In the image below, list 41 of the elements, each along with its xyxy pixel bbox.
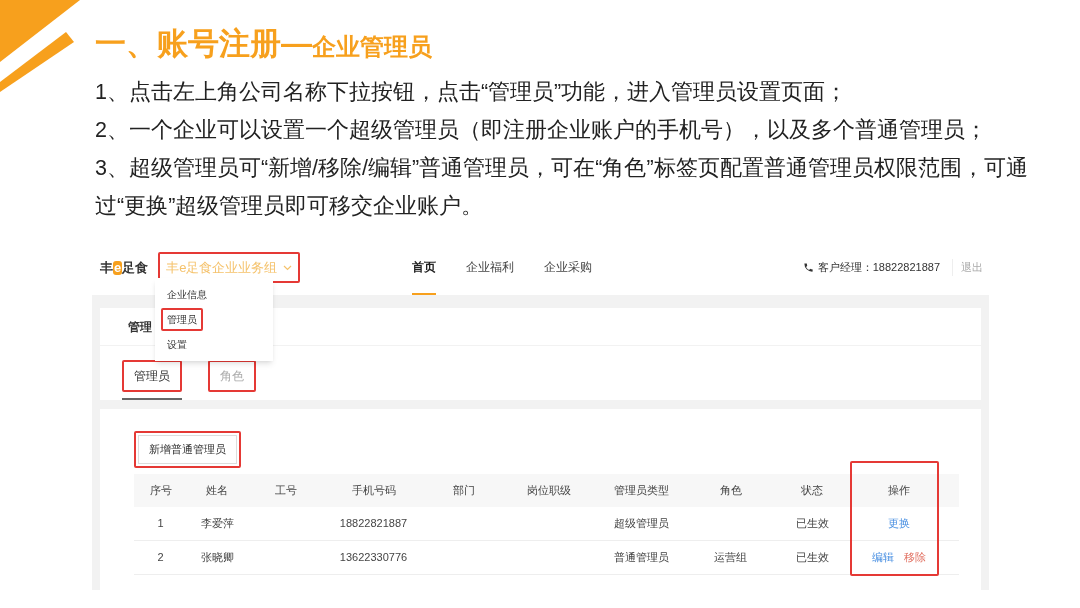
nav-tab[interactable]: 首页 — [412, 240, 437, 295]
column-header: 岗位职级 — [526, 482, 572, 498]
table-cell-text: 13622330776 — [339, 549, 408, 565]
table-cell-text: 18822821887 — [339, 515, 408, 531]
table-cell-text: 超级管理员 — [613, 515, 669, 531]
table-cell-text: 已生效 — [795, 515, 829, 531]
phone-icon — [802, 262, 814, 273]
account-manager-text: 客户经理：18822821887 — [817, 260, 940, 276]
column-header: 状态 — [800, 482, 824, 498]
action-link[interactable]: 更换 — [888, 514, 910, 532]
nav-tab[interactable]: 企业采购 — [544, 240, 593, 295]
column-header: 手机号码 — [350, 482, 397, 498]
table-cell-text: 已生效 — [795, 549, 829, 565]
table-cell-text: 张晓卿 — [200, 549, 234, 565]
instruction-text: 2、一个企业可以设置一个超级管理员（即注册企业账户的手机号），以及多个普通管理员； — [95, 117, 988, 144]
column-header: 角色 — [718, 482, 743, 498]
logo: 丰e足食 — [100, 258, 149, 277]
table-cell-text: 运营组 — [714, 549, 747, 565]
page-title: 管理 — [128, 318, 152, 336]
column-header: 操作 — [887, 482, 911, 498]
menu-item[interactable]: 企业信息 — [161, 283, 213, 306]
action-link[interactable]: 移除 — [904, 548, 926, 566]
instruction-text: 1、点击左上角公司名称下拉按钮，点击“管理员”功能，进入管理员设置页面； — [95, 79, 849, 106]
column-header: 管理员类型 — [612, 482, 670, 498]
action-link[interactable]: 编辑 — [872, 548, 894, 566]
column-header: 序号 — [148, 482, 173, 498]
table-cell-text: 普通管理员 — [613, 549, 669, 565]
slide-title: 一、账号注册— — [95, 28, 312, 59]
table-cell-text: 李爱萍 — [200, 515, 234, 531]
column-header: 姓名 — [205, 482, 229, 498]
nav-tab[interactable]: 企业福利 — [466, 240, 515, 295]
column-header: 工号 — [274, 482, 298, 498]
column-header: 部门 — [452, 482, 476, 498]
menu-item[interactable]: 设置 — [161, 333, 193, 356]
slide-subtitle: 企业管理员 — [312, 35, 432, 59]
instruction-text: 3、超级管理员可“新增/移除/编辑”普通管理员，可在“角色”标签页配置普通管理员权限范围，可通过“更换”超级管理员即可移交企业账户。 — [95, 155, 1029, 220]
menu-item[interactable]: 管理员 — [161, 308, 203, 331]
table-cell-text: 2 — [157, 549, 164, 565]
table-cell-text: 1 — [157, 515, 164, 531]
chevron-down-icon — [283, 264, 293, 271]
add-admin-button[interactable]: 新增普通管理员 — [138, 435, 237, 464]
